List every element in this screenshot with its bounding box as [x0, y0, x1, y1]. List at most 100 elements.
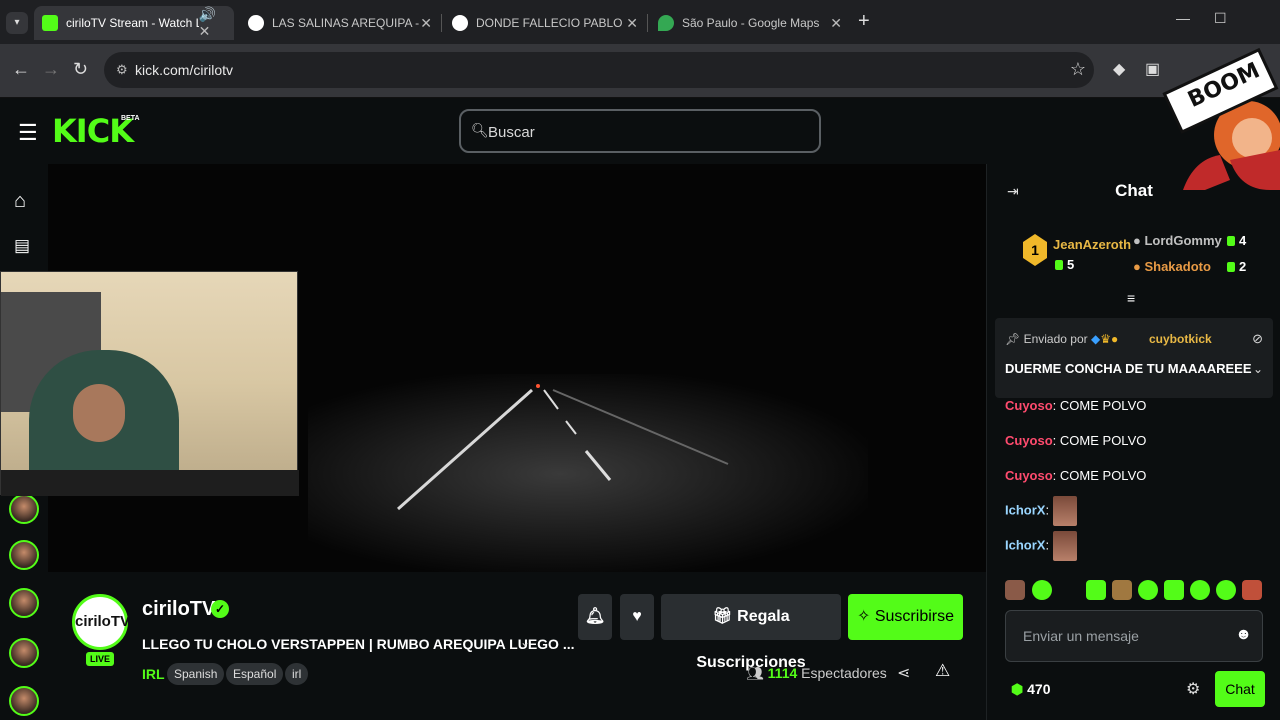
emote-button[interactable] [1190, 580, 1210, 600]
new-tab-button[interactable]: + [858, 10, 870, 33]
gifter-entry[interactable]: ● LordGommy [1133, 233, 1222, 248]
search-icon: 🔍︎ [471, 122, 489, 138]
maps-icon [658, 15, 674, 31]
beta-badge: BETA [121, 115, 140, 122]
tab-google-search-2[interactable]: DONDE FALLECIO PABLO VERGARA ✕ [444, 6, 646, 40]
chevron-down-icon[interactable]: ⌄ [520, 635, 530, 649]
stream-info-panel: ciriloTV LIVE ciriloTV ✓ LLEGO TU CHOLO … [48, 572, 986, 720]
points-value: 470 [1027, 681, 1051, 697]
chat-message: Cuyoso: COME POLVO [1005, 398, 1147, 413]
tab-title: LAS SALINAS AREQUIPA - Buscar [272, 16, 420, 30]
maximize-icon[interactable]: ☐ [1214, 10, 1227, 27]
followed-channel-avatar[interactable] [9, 588, 39, 618]
points-icon: ⬢ [1011, 681, 1028, 697]
channel-avatar[interactable]: ciriloTV [72, 594, 130, 650]
emote-button[interactable] [1005, 580, 1025, 600]
category-link[interactable]: IRL [142, 666, 165, 682]
tab-kick[interactable]: ciriloTV Stream - Watch Live 🔊 ✕ [34, 6, 234, 40]
top-gifter-name[interactable]: JeanAzeroth [1053, 237, 1131, 252]
stream-title: LLEGO TU CHOLO VERSTAPPEN | RUMBO AREQUI… [142, 636, 575, 652]
tab-google-search-1[interactable]: LAS SALINAS AREQUIPA - Buscar ✕ [240, 6, 440, 40]
extensions-puzzle-icon[interactable]: ▣ [1145, 59, 1160, 79]
hamburger-menu-icon[interactable]: ☰ [18, 120, 38, 146]
channel-points[interactable]: ⬢ 470 [1011, 681, 1050, 698]
chat-input-placeholder: Enviar un mensaje [1023, 628, 1139, 644]
send-chat-button[interactable]: Chat [1215, 671, 1265, 707]
close-icon[interactable]: ✕ [626, 15, 638, 32]
follow-heart-button[interactable]: ♥ [620, 594, 654, 640]
subscribe-button[interactable]: ✧ Suscribirse [848, 594, 963, 640]
minimize-icon[interactable]: — [1176, 10, 1190, 26]
emote-button[interactable] [1032, 580, 1052, 600]
followed-channel-avatar[interactable] [9, 686, 39, 716]
chat-message: IchorX: [1005, 496, 1077, 526]
emoji-picker-icon[interactable]: ☻ [1235, 626, 1252, 644]
followed-channel-avatar[interactable] [9, 638, 39, 668]
notification-bell-button[interactable]: 🔔︎ [578, 594, 612, 640]
subscribe-label: Suscribirse [874, 608, 954, 625]
chat-emote [1052, 531, 1077, 561]
channel-name[interactable]: ciriloTV [142, 598, 215, 621]
followed-channel-avatar[interactable] [9, 494, 39, 524]
sparkle-icon: ✧ [857, 608, 875, 625]
chat-panel: ⇥ Chat 1 JeanAzeroth 5 ● LordGommy 4 ● S… [986, 164, 1280, 720]
followed-channel-avatar[interactable] [9, 540, 39, 570]
tag-chip[interactable]: Español [226, 663, 284, 685]
webcam-overlay [0, 271, 299, 496]
extension-icon[interactable]: ◆ [1113, 59, 1125, 79]
browse-icon[interactable]: ▤ [14, 236, 30, 256]
home-icon[interactable]: ⌂ [14, 190, 26, 213]
viewer-count-number: 1114 [767, 665, 798, 681]
close-icon[interactable]: ✕ [420, 15, 432, 32]
tag-chip[interactable]: irl [285, 663, 309, 685]
emote-bar [1005, 576, 1275, 604]
report-warning-icon[interactable]: ⚠ [935, 661, 950, 681]
gift-icon: 🎁︎ [712, 608, 738, 625]
tag-chip[interactable]: Spanish [167, 663, 225, 685]
emote-button[interactable] [1164, 580, 1184, 600]
kick-icon [42, 15, 58, 31]
emote-button[interactable] [1112, 580, 1132, 600]
search-placeholder: Buscar [488, 124, 535, 141]
back-icon[interactable]: ← [12, 59, 30, 80]
unpin-icon[interactable]: ⊘ [1252, 331, 1263, 347]
chat-input[interactable]: Enviar un mensaje ☻ [1005, 610, 1263, 662]
chevron-down-icon[interactable]: ⌄ [1253, 362, 1263, 376]
pinned-text: DUERME CONCHA DE TU MAAAAREEE [1005, 361, 1252, 376]
close-icon[interactable]: ✕ [830, 15, 842, 32]
chat-settings-gear-icon[interactable]: ⚙ [1186, 679, 1200, 699]
tab-google-maps[interactable]: São Paulo - Google Maps ✕ [650, 6, 850, 40]
emote-button[interactable] [1086, 580, 1106, 600]
gift-subs-button[interactable]: 🎁︎ Regala Suscripciones [661, 594, 841, 671]
emote-button[interactable] [1216, 580, 1236, 600]
site-info-icon[interactable]: ⚙ [116, 62, 128, 78]
pinned-user[interactable]: cuybotkick [1149, 332, 1212, 346]
tab-title: São Paulo - Google Maps [682, 16, 820, 30]
bookmark-star-icon[interactable]: ☆ [1070, 59, 1086, 80]
share-icon[interactable]: ⋖ [897, 663, 910, 683]
close-icon[interactable]: 🔊 ✕ [199, 6, 226, 40]
site-header: ☰ KICK BETA 🔍︎ Buscar [0, 98, 1280, 164]
chat-emote [1052, 496, 1077, 526]
tab-title: DONDE FALLECIO PABLO VERGARA [476, 16, 626, 30]
search-input[interactable]: 🔍︎ Buscar [459, 109, 821, 153]
streamer-face [73, 384, 125, 442]
tab-divider [647, 14, 648, 32]
viewer-count-label: Espectadores [801, 665, 887, 681]
emote-button[interactable] [1242, 580, 1262, 600]
forward-icon[interactable]: → [42, 59, 60, 80]
pinned-message: 📌︎ Enviado por ◆♛● cuybotkick ⊘ DUERME C… [995, 318, 1273, 398]
address-bar[interactable]: ⚙ kick.com/cirilotv ☆ [104, 52, 1094, 88]
tab-title: ciriloTV Stream - Watch Live [66, 16, 199, 30]
boom-overlay-sticker: BOOM [1160, 40, 1280, 200]
tab-search-icon[interactable]: ▾ [6, 12, 28, 34]
viewer-count: 👥︎ 1114 Espectadores [746, 665, 887, 682]
top-gifter-count: 5 [1055, 257, 1074, 272]
gifter-entry[interactable]: ● Shakadoto [1133, 259, 1211, 274]
expand-leaderboard-icon[interactable]: ≡ [1127, 290, 1135, 306]
gifter-name: LordGommy [1144, 233, 1222, 248]
tab-divider [441, 14, 442, 32]
reload-icon[interactable]: ↻ [73, 59, 88, 80]
url-text: kick.com/cirilotv [135, 62, 234, 78]
emote-button[interactable] [1138, 580, 1158, 600]
